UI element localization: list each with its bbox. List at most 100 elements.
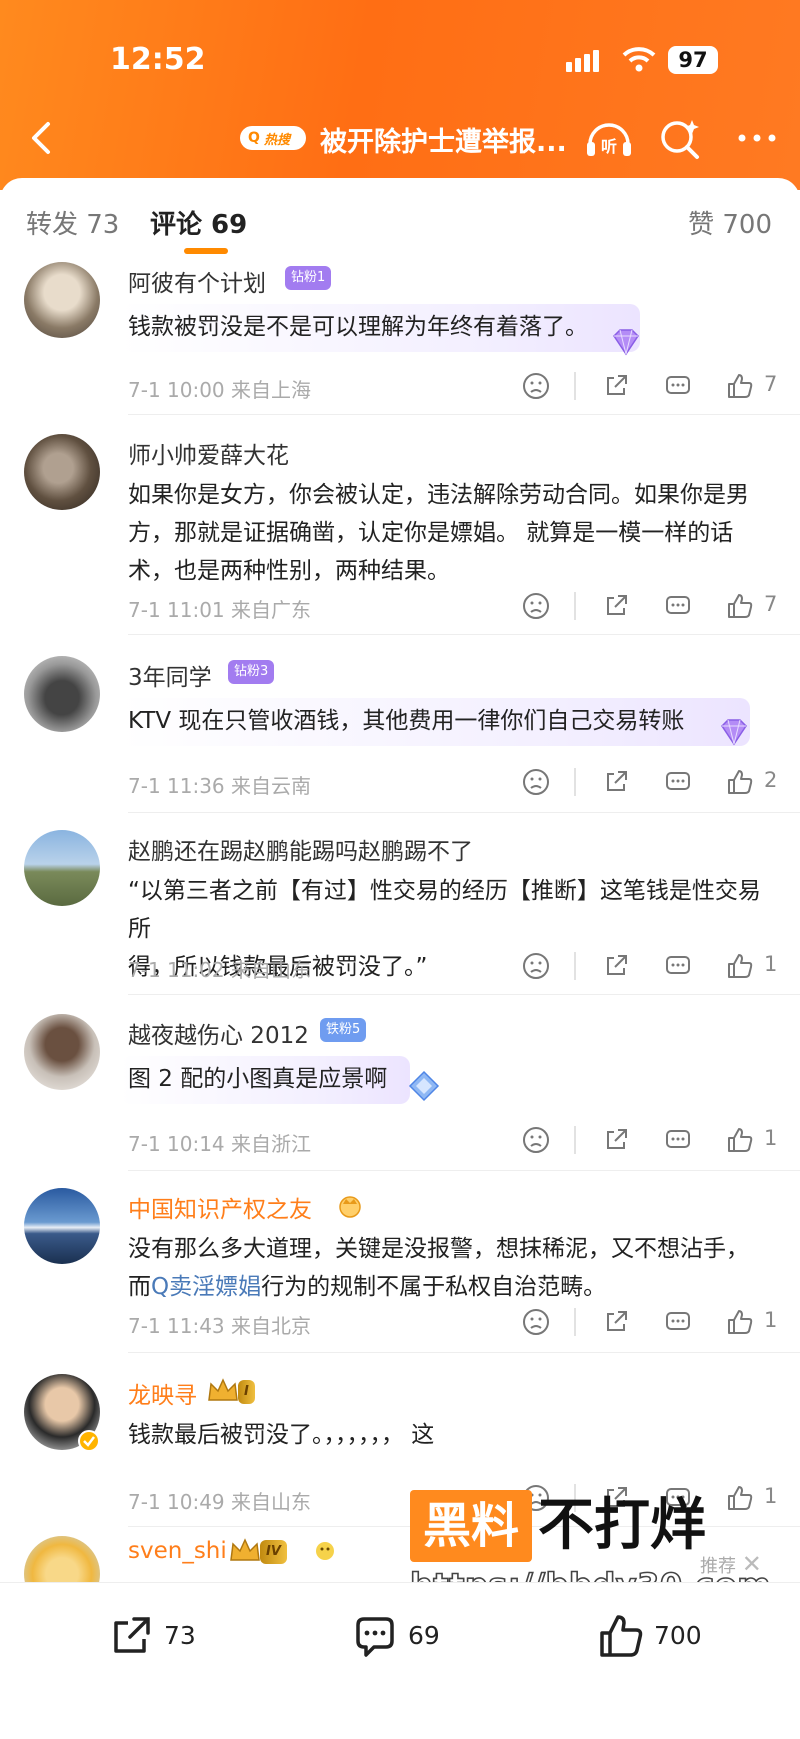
comment-location: 来自北京 (231, 1314, 312, 1338)
like-count: 1 (764, 952, 778, 976)
diamond-decoration-icon (408, 1070, 440, 1102)
vip-level-badge: I (238, 1380, 255, 1404)
comment-time: 7-1 11:36 (128, 774, 225, 798)
commenter-name[interactable]: 越夜越伤心 2012 (128, 1016, 309, 1050)
hot-tag-label: 热搜 (264, 133, 291, 148)
like-thumb-icon[interactable] (724, 1306, 756, 1338)
signal-icon (566, 50, 602, 72)
listen-headphones-icon[interactable]: 听 (584, 114, 634, 160)
reply-icon[interactable] (662, 766, 694, 798)
dislike-face-icon[interactable] (520, 370, 552, 402)
like-thumb-icon[interactable] (724, 590, 756, 622)
comment-count: 69 (408, 1621, 440, 1650)
divider (128, 1170, 800, 1171)
wifi-icon (622, 47, 656, 72)
commenter-name[interactable]: sven_shi (128, 1538, 227, 1564)
commenter-name[interactable]: 3年同学 (128, 658, 212, 692)
commenter-name[interactable]: 中国知识产权之友 (128, 1190, 312, 1224)
tab-comments[interactable]: 评论 69 (150, 204, 247, 241)
reply-icon[interactable] (662, 1124, 694, 1156)
recommend-label: 推荐 ✕ (700, 1550, 762, 1578)
comment-actions: 1 (520, 950, 780, 986)
back-arrow-icon[interactable] (22, 118, 62, 158)
avatar[interactable] (24, 262, 100, 338)
avatar[interactable] (24, 434, 100, 510)
dislike-face-icon[interactable] (520, 766, 552, 798)
share-icon[interactable] (600, 950, 632, 982)
like-thumb-icon[interactable] (724, 950, 756, 982)
comment-item: 越夜越伤心 2012 铁粉5 图 2 配的小图真是应景啊 7-1 10:14 来… (0, 1014, 800, 1171)
search-icon[interactable] (658, 116, 702, 160)
comment-time: 7-1 11:02 (128, 958, 225, 982)
comment-text: KTV 现在只管收酒钱，其他费用一律你们自己交易转账 (128, 708, 685, 734)
forward-count: 73 (164, 1621, 196, 1650)
like-thumb-icon[interactable] (724, 370, 756, 402)
dislike-face-icon[interactable] (520, 1124, 552, 1156)
action-separator (574, 1126, 576, 1154)
comment-line: 方，那就是证据确凿，认定你是嫖娼。 就算是一模一样的话 (128, 520, 734, 546)
dislike-face-icon[interactable] (520, 950, 552, 982)
watermark-logo-box: 黑料 (410, 1490, 532, 1562)
commenter-name[interactable]: 师小帅爱薛大花 (128, 436, 289, 470)
reply-icon[interactable] (662, 950, 694, 982)
avatar[interactable] (24, 1014, 100, 1090)
reply-icon[interactable] (662, 1306, 694, 1338)
dislike-face-icon[interactable] (520, 590, 552, 622)
action-separator (574, 1308, 576, 1336)
share-icon[interactable] (600, 1124, 632, 1156)
like-count: 1 (764, 1126, 778, 1150)
share-icon[interactable] (600, 1306, 632, 1338)
topic-search-link[interactable]: 卖淫嫖娼 (169, 1274, 261, 1300)
comment-time: 7-1 10:00 (128, 378, 225, 402)
divider (128, 994, 800, 995)
close-icon[interactable]: ✕ (742, 1550, 762, 1578)
hot-search-icon: Q (248, 130, 260, 146)
comment-line: 没有那么多大道理，关键是没报警，想抹稀泥，又不想沾手， (128, 1236, 749, 1262)
comment-actions: 1 (520, 1306, 780, 1342)
commenter-name[interactable]: 赵鹏还在踢赵鹏能踢吗赵鹏踢不了 (128, 832, 473, 866)
divider (128, 1352, 800, 1353)
tab-forward[interactable]: 转发 73 (26, 204, 119, 241)
svg-text:听: 听 (601, 137, 617, 156)
more-options-icon[interactable] (732, 116, 782, 160)
topic-title[interactable]: 被开除护士遭举报... (320, 120, 567, 159)
comment-location: 来自浙江 (231, 1132, 312, 1156)
comment-text: 如果你是女方，你会被认定，违法解除劳动合同。如果你是男 方，那就是证据确凿，认定… (128, 476, 768, 590)
dislike-face-icon[interactable] (520, 1306, 552, 1338)
verified-icon (78, 1430, 100, 1452)
share-icon[interactable] (600, 370, 632, 402)
comment-icon (356, 1617, 394, 1657)
diamond-decoration-icon (721, 719, 747, 746)
reply-icon[interactable] (662, 590, 694, 622)
action-separator (574, 372, 576, 400)
share-icon[interactable] (600, 766, 632, 798)
comment-actions: 7 (520, 370, 780, 406)
like-count: 7 (764, 372, 778, 396)
like-thumb-icon[interactable] (724, 766, 756, 798)
tab-likes[interactable]: 赞 700 (688, 204, 772, 241)
commenter-name[interactable]: 龙映寻 (128, 1376, 197, 1410)
diamond-decoration-icon (613, 329, 639, 356)
comment-time: 7-1 10:14 (128, 1132, 225, 1156)
comment-location: 来自上海 (231, 378, 312, 402)
reply-icon[interactable] (662, 370, 694, 402)
comment-location: 来自云南 (231, 774, 312, 798)
comment-meta: 7-1 11:43 来自北京 (128, 1310, 311, 1339)
vip-level-badge: IV (260, 1540, 287, 1564)
comment-location: 来自山东 (231, 1490, 312, 1514)
like-count: 2 (764, 768, 778, 792)
comment-meta: 7-1 11:02 来自山东 (128, 954, 311, 983)
share-icon[interactable] (600, 590, 632, 622)
avatar[interactable] (24, 1188, 100, 1264)
nav-bar: Q 热搜 被开除护士遭举报... 听 (0, 112, 800, 162)
avatar[interactable] (24, 656, 100, 732)
recommend-text: 推荐 (700, 1556, 736, 1577)
like-thumb-icon[interactable] (724, 1124, 756, 1156)
comment-time: 7-1 10:49 (128, 1490, 225, 1514)
hot-search-tag[interactable]: Q 热搜 (240, 126, 306, 150)
comment-meta: 7-1 10:49 来自山东 (128, 1486, 311, 1515)
avatar[interactable] (24, 830, 100, 906)
commenter-name[interactable]: 阿彼有个计划 (128, 264, 266, 298)
like-count: 700 (654, 1621, 702, 1650)
top-header: 12:52 97 Q 热搜 被开除护士遭举报... 听 (0, 0, 800, 190)
